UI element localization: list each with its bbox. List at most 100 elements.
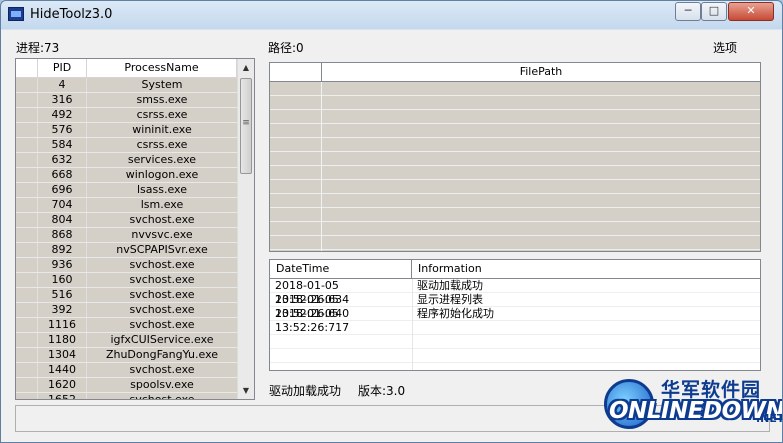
pid-cell: 584: [38, 138, 87, 152]
information-cell: 驱动加载成功: [417, 279, 483, 292]
row-selector[interactable]: [16, 273, 38, 287]
row-selector[interactable]: [16, 108, 38, 122]
pid-cell: 576: [38, 123, 87, 137]
scroll-up-arrow-icon[interactable]: ▲: [238, 59, 254, 76]
row-selector[interactable]: [16, 318, 38, 332]
row-selector[interactable]: [16, 393, 38, 399]
processname-cell: svchost.exe: [129, 288, 195, 301]
row-selector[interactable]: [16, 378, 38, 392]
row-selector[interactable]: [16, 198, 38, 212]
table-row[interactable]: 1620 spoolsv.exe: [16, 378, 237, 393]
row-selector[interactable]: [16, 183, 38, 197]
processname-cell: svchost.exe: [129, 258, 195, 271]
log-row[interactable]: 2018-01-05 13:52:26:640 显示进程列表: [270, 293, 760, 320]
information-cell: 程序初始化成功: [417, 307, 494, 320]
processname-cell: lsm.exe: [140, 198, 184, 211]
table-row[interactable]: 1180 igfxCUIService.exe: [16, 333, 237, 348]
process-table[interactable]: PID ProcessName 4 System 316 smss.exe 492 csr…: [15, 58, 255, 400]
scroll-thumb[interactable]: ≡: [240, 78, 252, 174]
table-row[interactable]: 492 csrss.exe: [16, 108, 237, 123]
onlinedown-watermark: 华军软件园 ONLINEDOWN .NET: [601, 369, 783, 442]
row-selector[interactable]: [16, 288, 38, 302]
processname-cell: svchost.exe: [129, 318, 195, 331]
table-row[interactable]: 516 svchost.exe: [16, 288, 237, 303]
information-column-header[interactable]: Information: [412, 260, 760, 278]
row-selector[interactable]: [16, 168, 38, 182]
table-row[interactable]: 584 csrss.exe: [16, 138, 237, 153]
processname-cell: spoolsv.exe: [130, 378, 194, 391]
table-row[interactable]: 160 svchost.exe: [16, 273, 237, 288]
process-scrollbar[interactable]: ▲ ≡ ▼: [237, 59, 254, 399]
row-selector[interactable]: [16, 93, 38, 107]
table-row[interactable]: 668 winlogon.exe: [16, 168, 237, 183]
processname-cell: svchost.exe: [129, 273, 195, 286]
table-row[interactable]: 804 svchost.exe: [16, 213, 237, 228]
row-selector[interactable]: [16, 138, 38, 152]
row-selector[interactable]: [16, 213, 38, 227]
row-selector[interactable]: [16, 363, 38, 377]
table-row[interactable]: 704 lsm.exe: [16, 198, 237, 213]
filepath-table[interactable]: FilePath: [269, 62, 761, 252]
row-selector[interactable]: [16, 303, 38, 317]
pid-cell: 392: [38, 303, 87, 317]
table-row[interactable]: 576 wininit.exe: [16, 123, 237, 138]
table-row[interactable]: 392 svchost.exe: [16, 303, 237, 318]
filepath-column-header[interactable]: FilePath: [322, 63, 760, 81]
pid-cell: 936: [38, 258, 87, 272]
table-row[interactable]: 868 nvvsvc.exe: [16, 228, 237, 243]
table-row[interactable]: 1440 svchost.exe: [16, 363, 237, 378]
pid-column-header[interactable]: PID: [38, 59, 87, 77]
log-row[interactable]: 2018-01-05 13:52:26:717 程序初始化成功: [270, 307, 760, 334]
process-rows: 4 System 316 smss.exe 492 csrss.exe 576 wininit…: [16, 78, 237, 399]
processname-column-header[interactable]: ProcessName: [87, 59, 237, 77]
row-selector[interactable]: [16, 153, 38, 167]
table-row[interactable]: 1304 ZhuDongFangYu.exe: [16, 348, 237, 363]
window-title: HideToolz3.0: [30, 7, 113, 22]
pid-cell: 632: [38, 153, 87, 167]
processname-cell: csrss.exe: [136, 108, 188, 121]
grip-icon: ≡: [242, 118, 250, 128]
table-row[interactable]: 1116 svchost.exe: [16, 318, 237, 333]
log-table[interactable]: DateTime Information 2018-01-05 13:52:26…: [269, 259, 761, 371]
pid-cell: 804: [38, 213, 87, 227]
table-row[interactable]: 4 System: [16, 78, 237, 93]
row-selector[interactable]: [16, 258, 38, 272]
datetime-cell: 2018-01-05 13:52:26:717: [275, 307, 350, 334]
table-row[interactable]: 632 services.exe: [16, 153, 237, 168]
pid-cell: 696: [38, 183, 87, 197]
pid-cell: 892: [38, 243, 87, 257]
table-row[interactable]: 696 lsass.exe: [16, 183, 237, 198]
datetime-column-header[interactable]: DateTime: [270, 260, 412, 278]
processname-cell: nvvsvc.exe: [131, 228, 193, 241]
datetime-cell: 2018-01-05 13:52:26:634: [275, 279, 350, 306]
select-column-header[interactable]: [16, 59, 38, 77]
row-selector[interactable]: [16, 78, 38, 92]
row-selector[interactable]: [16, 333, 38, 347]
minimize-button[interactable]: ─: [675, 2, 701, 21]
table-row[interactable]: 316 smss.exe: [16, 93, 237, 108]
filepath-select-column-header[interactable]: [270, 63, 322, 81]
row-selector[interactable]: [16, 228, 38, 242]
row-selector[interactable]: [16, 123, 38, 137]
close-button[interactable]: ✕: [728, 2, 774, 21]
processname-cell: wininit.exe: [132, 123, 192, 136]
pid-cell: 1652: [38, 393, 87, 399]
pid-cell: 1116: [38, 318, 87, 332]
scroll-down-arrow-icon[interactable]: ▼: [238, 382, 254, 399]
table-row[interactable]: 1652 svchost.exe: [16, 393, 237, 399]
processname-cell: nvSCPAPISvr.exe: [116, 243, 208, 256]
row-selector[interactable]: [16, 243, 38, 257]
options-menu[interactable]: 选项: [713, 39, 737, 56]
table-row[interactable]: 936 svchost.exe: [16, 258, 237, 273]
log-row[interactable]: 2018-01-05 13:52:26:634 驱动加载成功: [270, 279, 760, 306]
maximize-button[interactable]: □: [701, 2, 727, 21]
processname-cell: svchost.exe: [129, 213, 195, 226]
row-selector[interactable]: [16, 348, 38, 362]
pid-cell: 1620: [38, 378, 87, 392]
watermark-suffix: .NET: [756, 412, 783, 425]
table-row[interactable]: 892 nvSCPAPISvr.exe: [16, 243, 237, 258]
processname-cell: services.exe: [127, 153, 197, 166]
pid-cell: 1304: [38, 348, 87, 362]
title-bar[interactable]: HideToolz3.0 ─ □ ✕: [1, 1, 782, 29]
pid-cell: 1440: [38, 363, 87, 377]
